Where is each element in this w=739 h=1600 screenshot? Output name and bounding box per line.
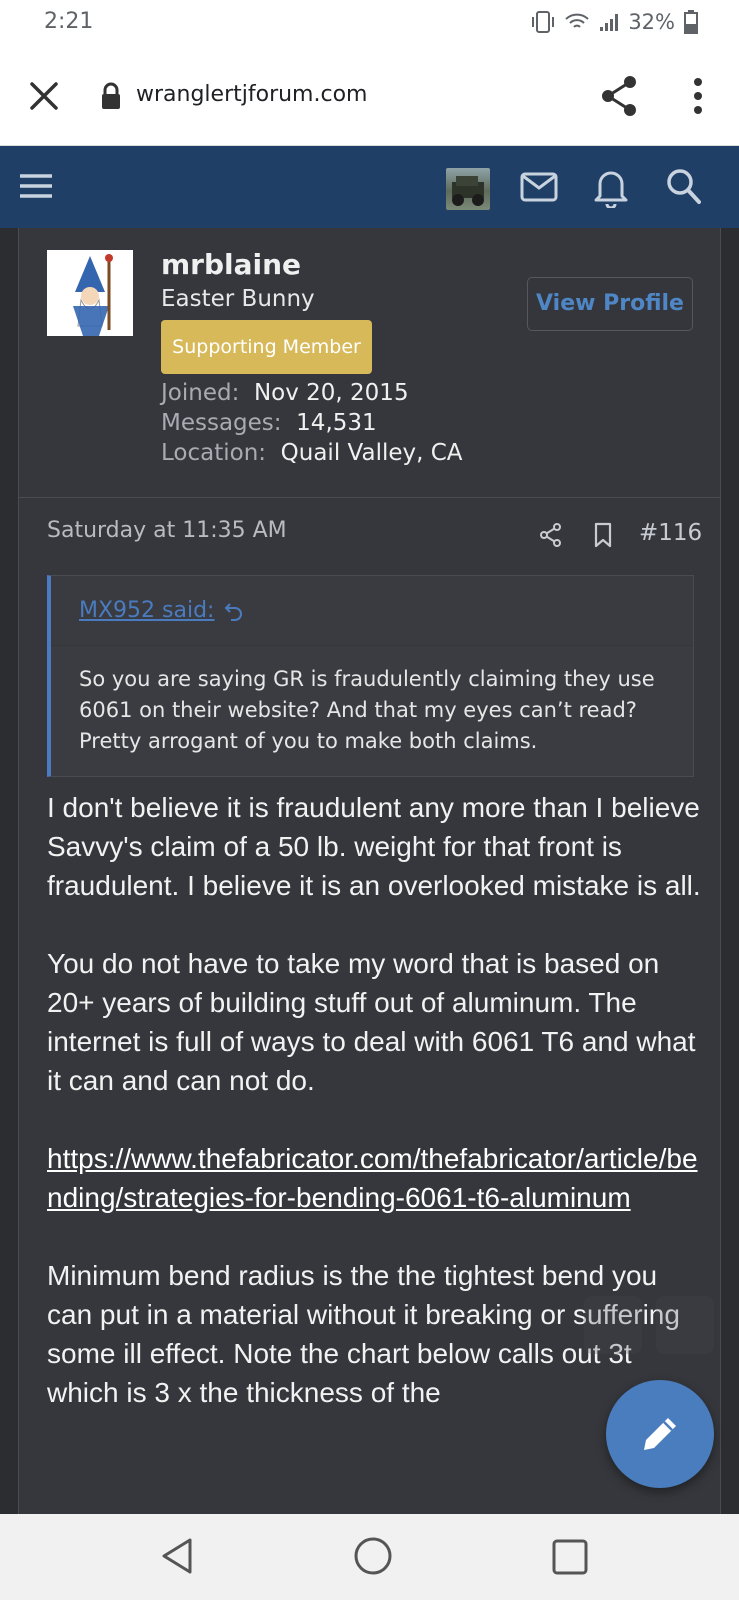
location-row: Location: Quail Valley, CA (161, 438, 463, 468)
recent-square-icon[interactable] (552, 1539, 588, 1575)
jump-to-quote-icon[interactable] (223, 600, 245, 622)
author-avatar[interactable] (47, 250, 133, 336)
home-circle-icon[interactable] (353, 1536, 393, 1576)
view-profile-button[interactable]: View Profile (527, 277, 693, 331)
quote-text: So you are saying GR is fraudulently cla… (79, 667, 655, 753)
message-paragraph: You do not have to take my word that is … (47, 948, 696, 1096)
share-icon[interactable] (539, 522, 563, 548)
messages-value: 14,531 (296, 410, 377, 436)
author-title: Easter Bunny (161, 286, 315, 312)
system-nav-bar (0, 1514, 739, 1600)
joined-row: Joined: Nov 20, 2015 (161, 378, 463, 408)
post-author-block: mrblaine Easter Bunny Supporting Member … (19, 228, 720, 498)
status-time: 2:21 (44, 9, 94, 34)
messages-label: Messages: (161, 410, 282, 436)
post-timestamp[interactable]: Saturday at 11:35 AM (47, 518, 287, 543)
url-text[interactable]: wranglertjforum.com (136, 82, 367, 107)
browser-toolbar: wranglertjforum.com (0, 48, 739, 146)
battery-icon (684, 10, 698, 34)
messages-row: Messages: 14,531 (161, 408, 463, 438)
location-value: Quail Valley, CA (280, 440, 463, 466)
close-icon[interactable] (26, 78, 62, 114)
location-label: Location: (161, 440, 267, 466)
quote-header: MX952 said: (51, 576, 693, 646)
status-icons: 32% (530, 9, 699, 35)
scroll-down-button[interactable] (656, 1296, 714, 1354)
joined-value: Nov 20, 2015 (253, 380, 409, 406)
bookmark-icon[interactable] (593, 522, 613, 548)
user-avatar[interactable] (446, 168, 490, 210)
status-bar: 2:21 32% (0, 0, 739, 48)
message-paragraph: I don't believe it is fraudulent any mor… (47, 792, 701, 901)
bell-icon[interactable] (592, 166, 630, 208)
joined-label: Joined: (161, 380, 240, 406)
author-username[interactable]: mrblaine (161, 248, 301, 281)
more-vert-icon[interactable] (684, 76, 712, 116)
author-stats: Joined: Nov 20, 2015 Messages: 14,531 Lo… (161, 378, 463, 468)
forum-header (0, 146, 739, 228)
vibrate-icon (532, 11, 555, 33)
mail-icon[interactable] (520, 168, 558, 206)
quote-block: MX952 said: So you are saying GR is frau… (47, 575, 694, 777)
pencil-icon (644, 1418, 676, 1450)
message-link-paragraph: https://www.thefabricator.com/thefabrica… (47, 1139, 707, 1217)
wifi-icon (565, 13, 589, 28)
battery-percent: 32% (628, 10, 675, 34)
article-link[interactable]: https://www.thefabricator.com/thefabrica… (47, 1143, 698, 1213)
reply-fab-button[interactable] (606, 1380, 714, 1488)
menu-icon[interactable] (18, 168, 54, 204)
share-icon[interactable] (600, 74, 640, 118)
back-triangle-icon[interactable] (158, 1536, 196, 1576)
post-number[interactable]: #116 (639, 520, 702, 546)
lock-icon (102, 82, 120, 109)
supporting-member-badge: Supporting Member (161, 320, 372, 374)
quote-author-link[interactable]: MX952 said: (79, 598, 214, 623)
signal-icon (600, 14, 619, 31)
search-icon[interactable] (664, 166, 702, 206)
scroll-up-button[interactable] (584, 1296, 642, 1354)
